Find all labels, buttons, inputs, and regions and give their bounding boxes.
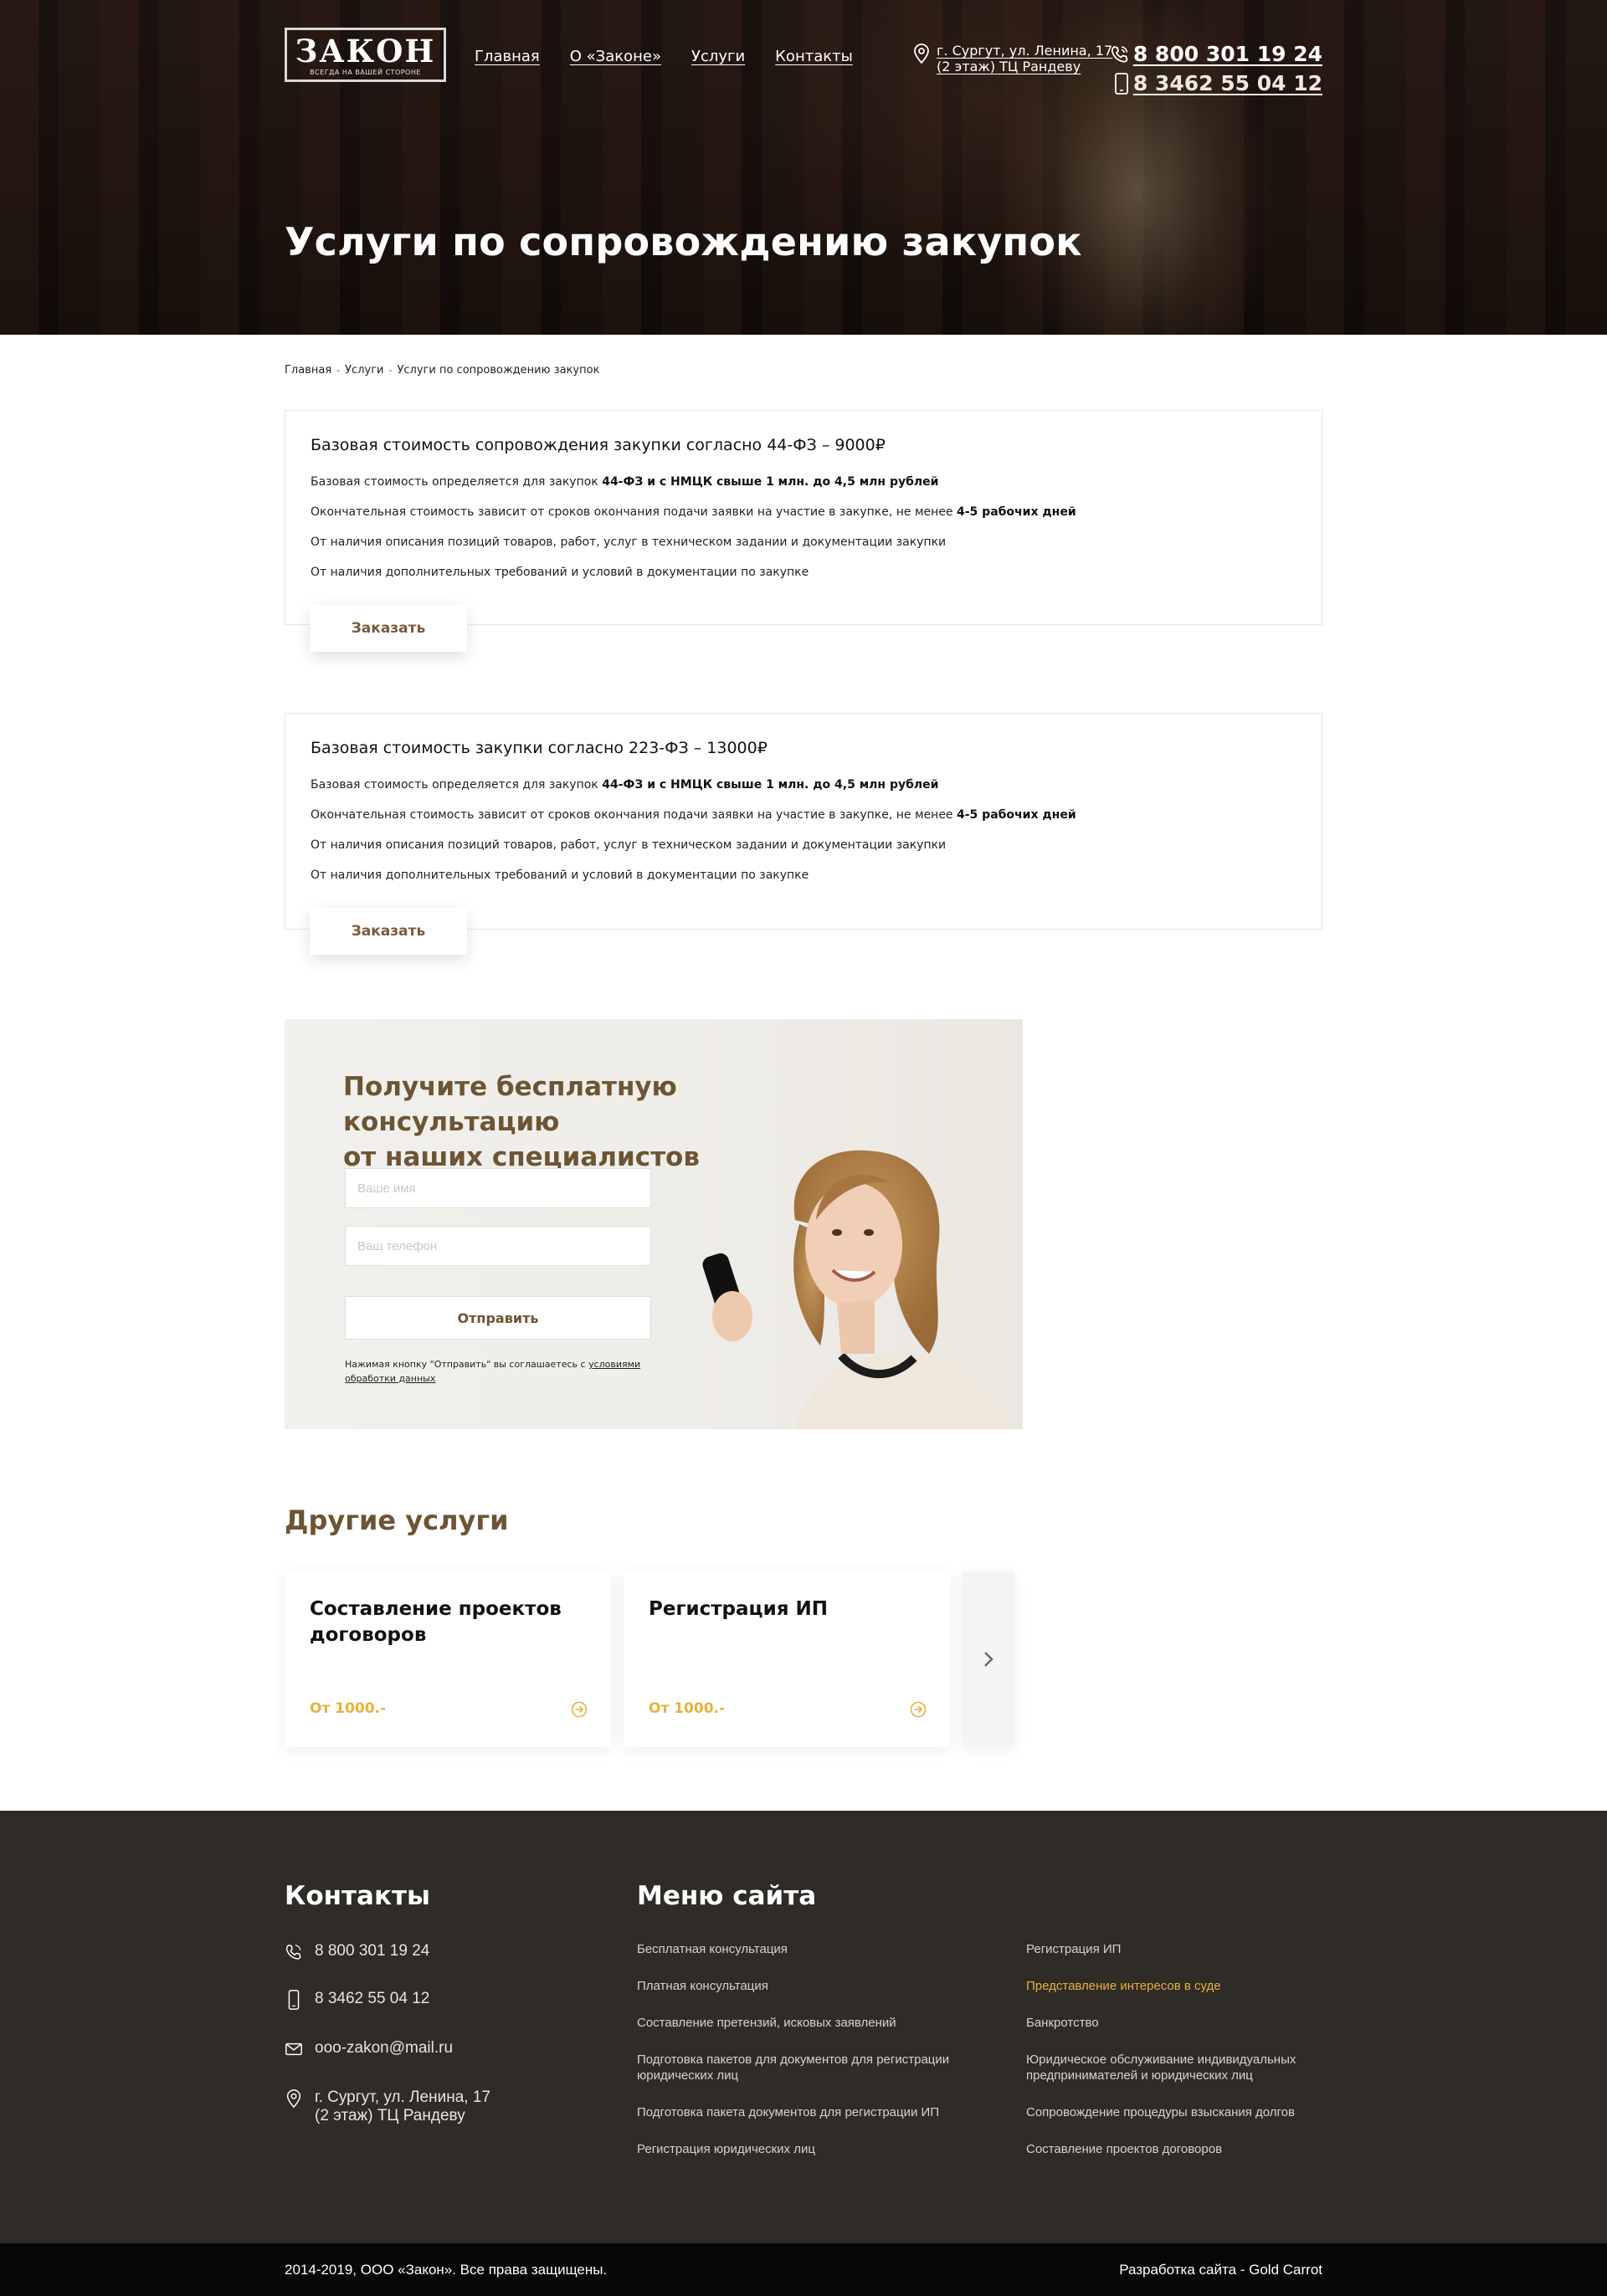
breadcrumb-services[interactable]: Услуги	[345, 364, 383, 377]
footer-menu-item[interactable]: Составление проектов договоров	[1026, 2141, 1327, 2157]
footer-menu-item-active[interactable]: Представление интересов в суде	[1026, 1978, 1327, 1994]
service-card-price: От 1000.-	[310, 1700, 387, 1717]
price-card: Базовая стоимость закупки согласно 223-Ф…	[285, 713, 1322, 930]
header-address[interactable]: г. Сургут, ул. Ленина, 17 (2 этаж) ТЦ Ра…	[912, 43, 1112, 74]
order-button[interactable]: Заказать	[310, 908, 467, 955]
header-phone-1[interactable]: 8 800 301 19 24	[1110, 39, 1322, 69]
header-address-line2: (2 этаж) ТЦ Рандеву	[937, 59, 1081, 74]
developer-link[interactable]: Разработка сайта - Gold Carrot	[1119, 2262, 1322, 2278]
nav-contacts[interactable]: Контакты	[775, 48, 853, 65]
hero-banner: ЗАКОН ВСЕГДА НА ВАШЕЙ СТОРОНЕ Главная О …	[0, 0, 1607, 335]
price-card: Базовая стоимость сопровождения закупки …	[285, 410, 1322, 625]
service-card-price: От 1000.-	[649, 1700, 726, 1717]
phone-icon	[285, 1944, 301, 1960]
breadcrumb-current: Услуги по сопровождению закупок	[397, 364, 600, 377]
service-card[interactable]: Регистрация ИП От 1000.-	[624, 1571, 950, 1747]
other-services-title: Другие услуги	[285, 1504, 509, 1536]
price-card-title: Базовая стоимость закупки согласно 223-Ф…	[311, 739, 768, 757]
footer-menu-item[interactable]: Бесплатная консультация	[637, 1941, 997, 1957]
copyright-text: 2014-2019, ООО «Закон». Все права защище…	[285, 2262, 608, 2278]
price-card-line: Окончательная стоимость зависит от сроко…	[311, 808, 1076, 822]
footer-menu-item[interactable]: Сопровождение процедуры взыскания долгов	[1026, 2104, 1327, 2120]
logo-tagline: ВСЕГДА НА ВАШЕЙ СТОРОНЕ	[310, 69, 421, 76]
service-card-title: Регистрация ИП	[649, 1598, 828, 1620]
arrow-circle-icon[interactable]	[910, 1701, 927, 1718]
logo[interactable]: ЗАКОН ВСЕГДА НА ВАШЕЙ СТОРОНЕ	[285, 28, 446, 82]
footer-menu-item[interactable]: Юридическое обслуживание индивидуальных …	[1026, 2052, 1327, 2083]
carousel-next-button[interactable]	[963, 1571, 1014, 1747]
footer: Контакты Меню сайта 8 800 301 19 24 8 34…	[0, 1811, 1607, 2243]
header-phone-1-number: 8 800 301 19 24	[1132, 42, 1322, 66]
service-card-title: Составление проектов договоров	[310, 1598, 562, 1646]
footer-menu-item[interactable]: Платная консультация	[637, 1978, 997, 1994]
phone-input[interactable]: Ваш телефон	[345, 1226, 651, 1266]
footer-menu-item[interactable]: Подготовка пакетов для документов для ре…	[637, 2052, 1005, 2083]
mobile-icon	[1114, 72, 1128, 95]
service-card[interactable]: Составление проектов договоров От 1000.-	[285, 1571, 611, 1747]
price-card-line: Окончательная стоимость зависит от сроко…	[311, 505, 1076, 519]
nav-about[interactable]: О «Законе»	[570, 48, 661, 65]
order-button[interactable]: Заказать	[310, 605, 467, 652]
consultant-photo	[702, 1150, 1013, 1429]
price-card-title: Базовая стоимость сопровождения закупки …	[311, 436, 886, 454]
send-button[interactable]: Отправить	[345, 1296, 651, 1340]
mobile-icon	[288, 1990, 300, 2010]
nav-services[interactable]: Услуги	[691, 48, 745, 65]
footer-menu-item[interactable]: Регистрация юридических лиц	[637, 2141, 997, 2157]
price-card-line: Базовая стоимость определяется для закуп…	[311, 475, 939, 489]
header-address-line1: г. Сургут, ул. Ленина, 17	[937, 43, 1113, 59]
logo-main: ЗАКОН	[295, 33, 436, 69]
footer-email[interactable]: ooo-zakon@mail.ru	[285, 2039, 453, 2059]
header-phone-2[interactable]: 8 3462 55 04 12	[1110, 69, 1322, 98]
mail-icon	[285, 2042, 302, 2056]
breadcrumb-home[interactable]: Главная	[285, 364, 331, 377]
phone-icon	[1111, 45, 1128, 63]
breadcrumb: Главная - Услуги - Услуги по сопровожден…	[285, 364, 599, 377]
location-pin-icon	[286, 2089, 301, 2109]
footer-menu-title: Меню сайта	[637, 1881, 817, 1911]
footer-menu-item[interactable]: Составление претензий, исковых заявлений	[637, 2015, 997, 2031]
price-card-line: Базовая стоимость определяется для закуп…	[311, 778, 939, 792]
location-pin-icon	[914, 44, 929, 64]
breadcrumb-separator: -	[388, 365, 393, 376]
name-input[interactable]: Ваше имя	[345, 1168, 651, 1208]
copyright-bar: 2014-2019, ООО «Закон». Все права защище…	[0, 2243, 1607, 2296]
footer-contacts-title: Контакты	[285, 1881, 430, 1911]
price-card-line: От наличия дополнительных требований и у…	[311, 566, 809, 579]
header-phones: 8 800 301 19 24 8 3462 55 04 12	[1110, 39, 1322, 98]
footer-phone-1[interactable]: 8 800 301 19 24	[285, 1942, 429, 1962]
breadcrumb-separator: -	[336, 365, 341, 376]
footer-address: г. Сургут, ул. Ленина, 17 (2 этаж) ТЦ Ран…	[285, 2088, 490, 2125]
chevron-right-icon	[984, 1652, 993, 1667]
price-card-line: От наличия описания позиций товаров, раб…	[311, 536, 947, 549]
header-phone-2-number: 8 3462 55 04 12	[1132, 71, 1322, 95]
consent-text: Нажимая кнопку "Отправить" вы соглашаете…	[345, 1359, 641, 1384]
nav-home[interactable]: Главная	[475, 48, 540, 65]
arrow-circle-icon[interactable]	[571, 1701, 588, 1718]
main-nav: Главная О «Законе» Услуги Контакты	[475, 48, 853, 65]
footer-phone-2[interactable]: 8 3462 55 04 12	[285, 1990, 429, 2010]
footer-menu-item[interactable]: Регистрация ИП	[1026, 1941, 1327, 1957]
footer-menu-item[interactable]: Подготовка пакета документов для регистр…	[637, 2104, 997, 2120]
footer-menu-item[interactable]: Банкротство	[1026, 2015, 1327, 2031]
consultation-form: Получите бесплатную консультацию от наших…	[285, 1019, 1023, 1429]
price-card-line: От наличия описания позиций товаров, раб…	[311, 838, 947, 852]
price-card-line: От наличия дополнительных требований и у…	[311, 869, 809, 882]
page-title: Услуги по сопровождению закупок	[285, 219, 1082, 264]
